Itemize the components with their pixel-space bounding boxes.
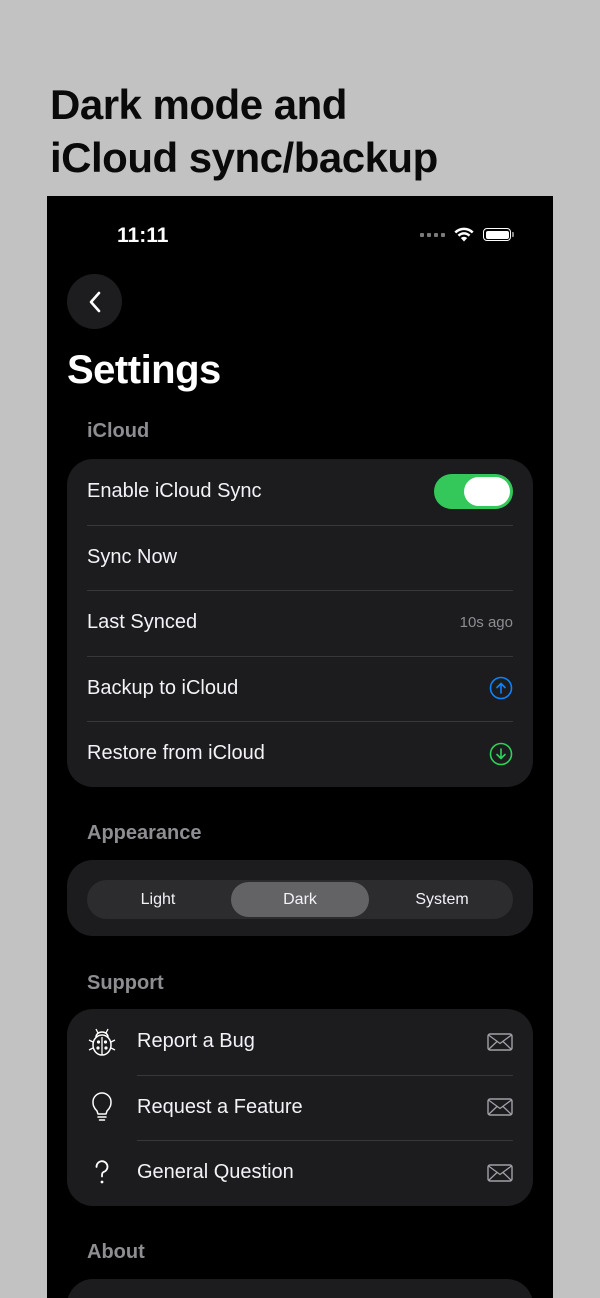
backup-to-icloud-label: Backup to iCloud xyxy=(87,676,239,699)
section-header-appearance: Appearance xyxy=(87,822,202,844)
lightbulb-icon xyxy=(92,1092,112,1121)
icloud-card: Enable iCloud Sync Sync Now Last Synced … xyxy=(67,459,533,787)
appearance-card: Light Dark System xyxy=(67,860,533,936)
support-card: Report a Bug Request a Feature General Q… xyxy=(67,1009,533,1206)
phone-screen: 11:11 Settings iCloud Enable iCloud Sync… xyxy=(47,196,553,1298)
envelope-icon[interactable] xyxy=(487,1098,513,1116)
report-bug-label: Report a Bug xyxy=(137,1030,255,1053)
arrow-up-circle-icon xyxy=(489,676,513,700)
restore-from-icloud-label: Restore from iCloud xyxy=(87,742,265,765)
backup-to-icloud-row[interactable]: Backup to iCloud xyxy=(67,655,533,722)
appearance-option-dark[interactable]: Dark xyxy=(231,882,369,917)
enable-icloud-sync-label: Enable iCloud Sync xyxy=(87,480,262,503)
status-icons xyxy=(420,227,514,242)
last-synced-row: Last Synced 10s ago xyxy=(67,590,533,656)
section-header-support: Support xyxy=(87,972,164,994)
sync-now-label: Sync Now xyxy=(87,545,178,568)
section-header-icloud: iCloud xyxy=(87,420,150,442)
headline-line-1: Dark mode and xyxy=(50,81,347,128)
general-question-label: General Question xyxy=(137,1161,294,1184)
request-feature-row[interactable]: Request a Feature xyxy=(67,1074,533,1141)
status-time: 11:11 xyxy=(117,224,169,247)
cellular-signal-icon xyxy=(420,232,445,237)
enable-icloud-sync-row: Enable iCloud Sync xyxy=(67,459,533,525)
ladybug-icon xyxy=(88,1028,116,1056)
envelope-icon[interactable] xyxy=(487,1164,513,1182)
toggle-knob xyxy=(464,477,510,507)
promo-headline: Dark mode and iCloud sync/backup xyxy=(50,78,438,184)
page-title: Settings xyxy=(67,348,221,392)
back-button[interactable] xyxy=(67,274,122,329)
appearance-segmented-control: Light Dark System xyxy=(87,880,513,919)
enable-icloud-sync-toggle[interactable] xyxy=(434,474,513,510)
general-question-row[interactable]: General Question xyxy=(67,1140,533,1206)
wifi-icon xyxy=(454,227,474,242)
last-synced-label: Last Synced xyxy=(87,611,198,634)
about-card xyxy=(67,1279,533,1298)
arrow-down-circle-icon xyxy=(489,742,513,766)
last-synced-value: 10s ago xyxy=(459,614,513,632)
envelope-icon[interactable] xyxy=(487,1033,513,1051)
question-mark-icon xyxy=(95,1160,109,1184)
appearance-option-light[interactable]: Light xyxy=(89,882,227,917)
battery-icon xyxy=(483,228,514,241)
report-bug-row[interactable]: Report a Bug xyxy=(67,1009,533,1075)
section-header-about: About xyxy=(87,1241,145,1263)
restore-from-icloud-row[interactable]: Restore from iCloud xyxy=(67,721,533,787)
appearance-option-system[interactable]: System xyxy=(373,882,511,917)
headline-line-2: iCloud sync/backup xyxy=(50,134,438,181)
sync-now-row[interactable]: Sync Now xyxy=(67,524,533,591)
request-feature-label: Request a Feature xyxy=(137,1095,303,1118)
chevron-left-icon xyxy=(89,291,100,312)
